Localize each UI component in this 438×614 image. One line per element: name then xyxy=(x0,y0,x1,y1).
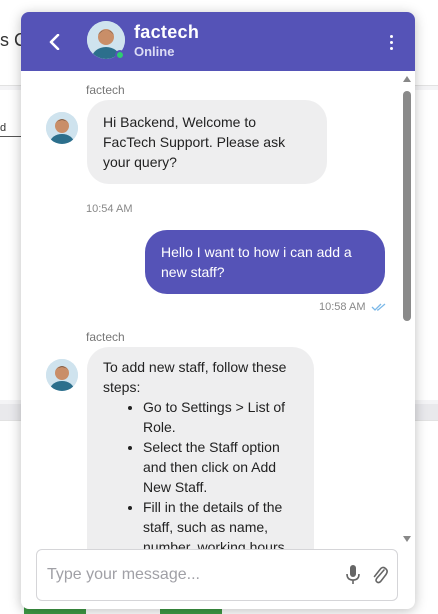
microphone-button[interactable] xyxy=(345,564,365,588)
message-time: 10:58 AM xyxy=(319,301,366,313)
agent-status: Online xyxy=(134,44,175,59)
paperclip-icon xyxy=(373,566,388,584)
message-composer xyxy=(36,549,398,601)
message-time: 10:54 AM xyxy=(86,203,133,215)
scroll-up-arrow-icon[interactable] xyxy=(403,76,411,82)
background-field-fragment: d xyxy=(0,122,22,137)
dot-icon xyxy=(389,40,393,44)
scrollbar[interactable] xyxy=(400,71,414,549)
dot-icon xyxy=(389,34,393,38)
chat-widget: factech Online factech Hi Backend, Welco… xyxy=(21,12,415,609)
double-check-icon xyxy=(371,303,386,311)
scroll-down-arrow-icon[interactable] xyxy=(403,536,411,542)
attach-button[interactable] xyxy=(371,564,391,588)
message-list[interactable]: factech Hi Backend, Welcome to FacTech S… xyxy=(21,71,415,549)
dot-icon xyxy=(389,46,393,50)
message-input[interactable] xyxy=(47,562,327,588)
message-bubble-incoming: To add new staff, follow these steps: Go… xyxy=(87,347,314,549)
scroll-thumb[interactable] xyxy=(403,91,411,321)
steps-list: Go to Settings > List of Role. Select th… xyxy=(103,397,298,549)
chat-header: factech Online xyxy=(21,12,415,71)
agent-avatar xyxy=(46,359,78,391)
agent-avatar xyxy=(46,112,78,144)
microphone-icon xyxy=(346,565,360,584)
message-sender: factech xyxy=(86,83,125,97)
message-bubble-incoming: Hi Backend, Welcome to FacTech Support. … xyxy=(87,100,327,184)
chevron-left-icon xyxy=(49,34,60,50)
message-bubble-outgoing: Hello I want to how i can add a new staf… xyxy=(145,230,385,294)
list-item: Go to Settings > List of Role. xyxy=(143,397,298,437)
agent-name: factech xyxy=(134,22,200,42)
list-item: Select the Staff option and then click o… xyxy=(143,437,298,497)
message-sender: factech xyxy=(86,330,125,344)
list-item: Fill in the details of the staff, such a… xyxy=(143,497,298,549)
online-status-dot xyxy=(115,50,125,60)
more-options-button[interactable] xyxy=(383,30,399,54)
back-button[interactable] xyxy=(43,30,67,54)
message-intro: To add new staff, follow these steps: xyxy=(103,359,287,395)
